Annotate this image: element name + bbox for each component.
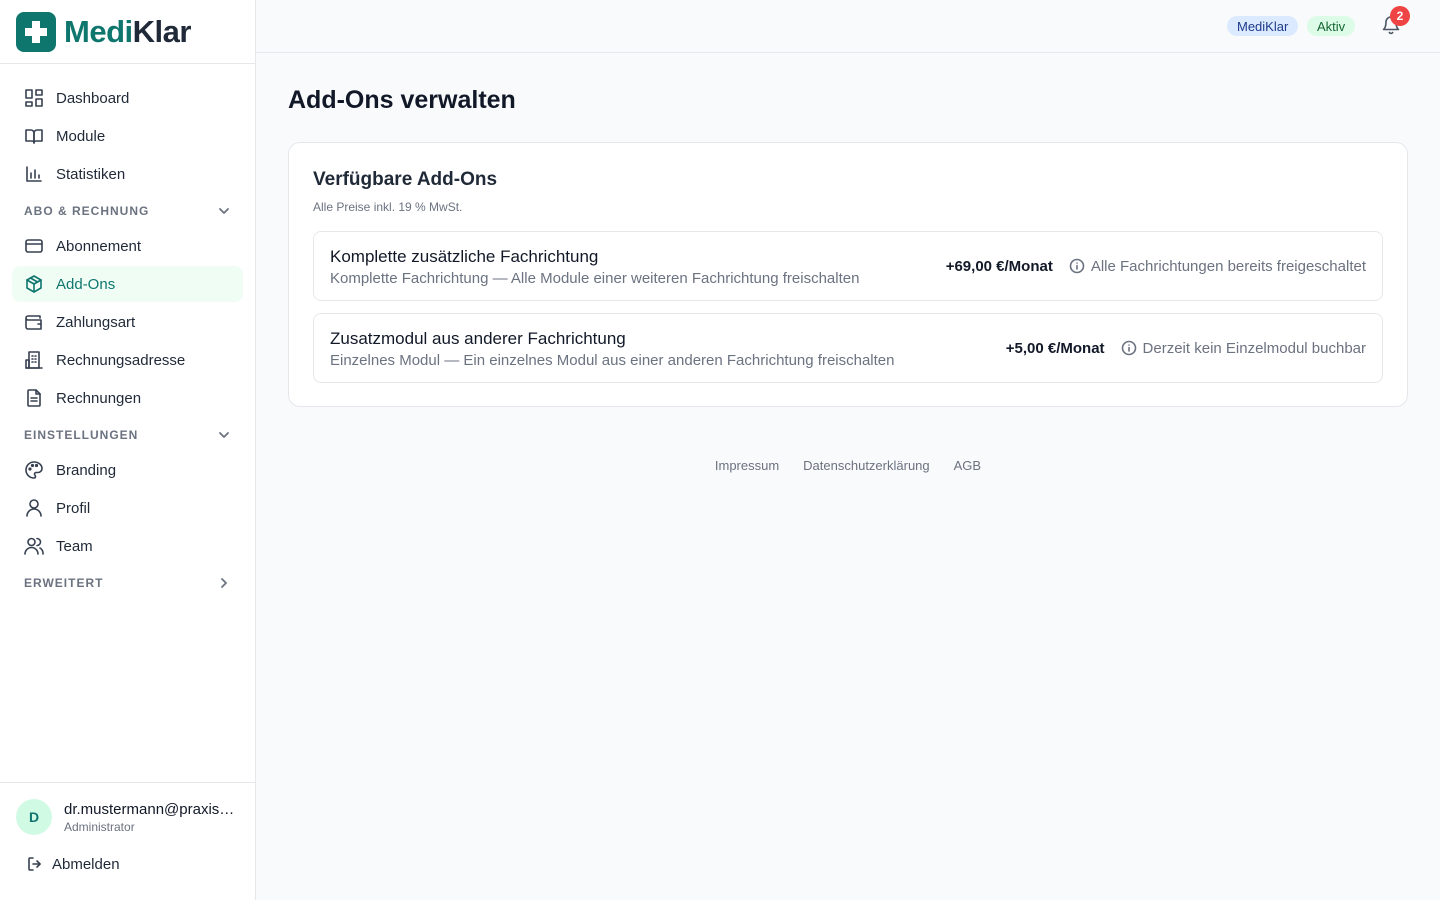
users-icon: [24, 536, 44, 556]
user-icon: [24, 498, 44, 518]
addon-price: +5,00 €/Monat: [1005, 339, 1105, 357]
addon-status: Derzeit kein Einzelmodul buchbar: [1142, 339, 1366, 357]
addon-meta: +69,00 €/Monat Alle Fachrichtungen berei…: [946, 232, 1366, 300]
section-label: ERWEITERT: [24, 576, 104, 590]
brand-header: MediKlar: [0, 0, 255, 64]
sidebar-item-statistiken[interactable]: Statistiken: [12, 156, 243, 192]
sidebar-item-abonnement[interactable]: Abonnement: [12, 228, 243, 264]
user-role: Administrator: [64, 819, 135, 834]
sidebar-item-module[interactable]: Module: [12, 118, 243, 154]
palette-icon: [24, 460, 44, 480]
notification-count-badge: 2: [1390, 6, 1410, 26]
book-icon: [24, 126, 44, 146]
addon-name: Komplette zusätzliche Fachrichtung: [330, 247, 599, 266]
sidebar-item-branding[interactable]: Branding: [12, 452, 243, 488]
status-badge: Aktiv: [1307, 16, 1356, 36]
logout-button[interactable]: Abmelden: [16, 855, 239, 873]
info-icon: [1069, 258, 1085, 274]
section-label: EINSTELLUNGEN: [24, 428, 139, 442]
footer-link-agb[interactable]: AGB: [954, 458, 981, 473]
sidebar-nav: Dashboard Module Statistiken ABO & RECHN…: [0, 64, 255, 600]
card-subtitle: Alle Preise inkl. 19 % MwSt.: [313, 200, 463, 214]
user-info: dr.mustermann@praxis-mustermann.de Admin…: [64, 801, 236, 834]
user-email: dr.mustermann@praxis-mustermann.de: [64, 800, 236, 818]
sidebar-item-label: Zahlungsart: [56, 313, 136, 331]
addon-name: Zusatzmodul aus anderer Fachrichtung: [330, 329, 626, 348]
addon-row-fachrichtung: Komplette zusätzliche Fachrichtung Kompl…: [313, 231, 1383, 301]
page-title: Add-Ons verwalten: [288, 86, 516, 114]
sidebar-item-label: Abonnement: [56, 237, 142, 255]
sidebar-item-label: Branding: [56, 461, 117, 479]
wallet-icon: [24, 312, 44, 332]
section-einstellungen-toggle[interactable]: EINSTELLUNGEN: [12, 418, 243, 452]
sidebar-item-zahlungsart[interactable]: Zahlungsart: [12, 304, 243, 340]
logout-icon: [28, 857, 41, 871]
sidebar-item-dashboard[interactable]: Dashboard: [12, 80, 243, 116]
addon-description: Einzelnes Modul — Ein einzelnes Modul au…: [330, 352, 895, 369]
dashboard-icon: [24, 88, 44, 108]
addon-description: Komplette Fachrichtung — Alle Module ein…: [330, 270, 860, 287]
section-abo-rechnung-toggle[interactable]: ABO & RECHNUNG: [12, 194, 243, 228]
chevron-right-icon: [221, 578, 227, 588]
section-erweitert-toggle[interactable]: ERWEITERT: [12, 566, 243, 600]
sidebar-item-rechnungsadresse[interactable]: Rechnungsadresse: [12, 342, 243, 378]
sidebar: MediKlar Dashboard Module Statistiken AB…: [0, 0, 256, 900]
sidebar-item-label: Dashboard: [56, 89, 130, 107]
logout-label: Abmelden: [52, 855, 120, 873]
brand-name-part2: Klar: [132, 13, 192, 49]
section-label: ABO & RECHNUNG: [24, 204, 150, 218]
sidebar-item-label: Profil: [56, 499, 91, 517]
footer-link-impressum[interactable]: Impressum: [715, 458, 779, 473]
chevron-down-icon: [219, 208, 229, 214]
sidebar-item-team[interactable]: Team: [12, 528, 243, 564]
user-profile[interactable]: D dr.mustermann@praxis-mustermann.de Adm…: [16, 799, 239, 835]
user-panel: D dr.mustermann@praxis-mustermann.de Adm…: [0, 782, 255, 900]
footer-link-datenschutz[interactable]: Datenschutzerklärung: [803, 458, 929, 473]
sidebar-item-label: Module: [56, 127, 106, 145]
sidebar-item-add-ons[interactable]: Add-Ons: [12, 266, 243, 302]
addon-meta: +5,00 €/Monat Derzeit kein Einzelmodul b…: [1006, 314, 1366, 382]
sidebar-item-label: Team: [56, 537, 93, 555]
sidebar-item-label: Add-Ons: [56, 275, 116, 293]
sidebar-item-rechnungen[interactable]: Rechnungen: [12, 380, 243, 416]
credit-card-icon: [24, 236, 44, 256]
building-icon: [24, 350, 44, 370]
brand-badge: MediKlar: [1227, 16, 1299, 36]
brand-name: MediKlar: [64, 14, 191, 50]
medical-cross-logo-icon[interactable]: [16, 11, 56, 52]
sidebar-item-label: Statistiken: [56, 165, 126, 183]
avatar: D: [16, 799, 52, 835]
addon-status: Alle Fachrichtungen bereits freigeschalt…: [1090, 257, 1366, 275]
card-title: Verfügbare Add-Ons: [313, 169, 498, 190]
addon-row-zusatzmodul: Zusatzmodul aus anderer Fachrichtung Ein…: [313, 313, 1383, 383]
addons-card: Verfügbare Add-Ons Alle Preise inkl. 19 …: [288, 142, 1408, 407]
document-icon: [24, 388, 44, 408]
sidebar-item-profil[interactable]: Profil: [12, 490, 243, 526]
chevron-down-icon: [219, 432, 229, 438]
brand-name-part1: Medi: [64, 13, 133, 49]
addon-price: +69,00 €/Monat: [945, 257, 1053, 275]
package-icon: [24, 274, 44, 294]
footer: Impressum Datenschutzerklärung AGB: [256, 458, 1440, 473]
bar-chart-icon: [24, 164, 44, 184]
topbar: MediKlar Aktiv 2: [256, 0, 1440, 53]
sidebar-item-label: Rechnungen: [56, 389, 142, 407]
info-icon: [1121, 340, 1137, 356]
sidebar-item-label: Rechnungsadresse: [56, 351, 186, 369]
